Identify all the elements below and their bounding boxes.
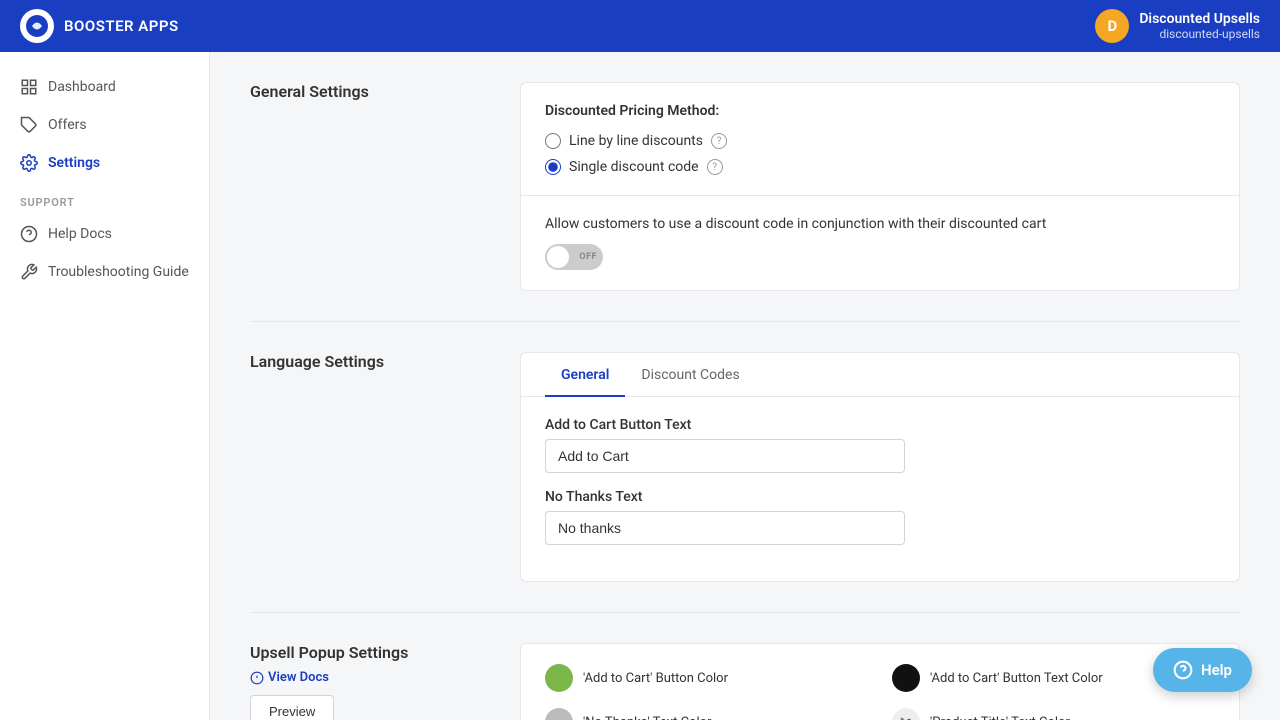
no-thanks-text-color-swatch[interactable] <box>545 708 573 720</box>
language-settings-section: Language Settings General Discount Codes… <box>250 322 1240 613</box>
view-docs-link[interactable]: View Docs <box>250 670 490 685</box>
general-settings-card: Discounted Pricing Method: Line by line … <box>520 82 1240 291</box>
sidebar-item-settings[interactable]: Settings <box>0 144 209 182</box>
sidebar: Dashboard Offers Settings SUPPORT Help D… <box>0 52 210 720</box>
brand-name: BOOSTER APPS <box>64 17 179 35</box>
radio-line-by-line[interactable]: Line by line discounts ? <box>545 133 1215 149</box>
tab-discount-codes[interactable]: Discount Codes <box>625 353 755 397</box>
pricing-method-radio-group: Line by line discounts ? Single discount… <box>545 133 1215 175</box>
pricing-method-block: Discounted Pricing Method: Line by line … <box>521 83 1239 195</box>
help-button[interactable]: Help <box>1153 648 1252 692</box>
sidebar-item-troubleshooting[interactable]: Troubleshooting Guide <box>0 253 209 291</box>
language-tabs: General Discount Codes <box>521 353 1239 397</box>
upsell-popup-section: Upsell Popup Settings View Docs Preview … <box>250 613 1240 720</box>
user-name: Discounted Upsells <box>1139 11 1260 27</box>
sidebar-label-troubleshooting: Troubleshooting Guide <box>48 264 189 280</box>
wrench-icon <box>20 263 38 281</box>
no-thanks-label: No Thanks Text <box>545 489 1215 505</box>
add-to-cart-form-group: Add to Cart Button Text <box>545 417 1215 473</box>
sidebar-label-dashboard: Dashboard <box>48 79 116 95</box>
product-title-text-color-label: 'Product Title' Text Color <box>930 715 1070 720</box>
discount-code-toggle[interactable]: OFF <box>545 244 603 270</box>
help-fab-icon <box>1173 660 1193 680</box>
toggle-knob <box>547 246 569 268</box>
sidebar-item-dashboard[interactable]: Dashboard <box>0 68 209 106</box>
toggle-label: OFF <box>579 252 597 262</box>
language-settings-card: General Discount Codes Add to Cart Butto… <box>520 352 1240 582</box>
top-nav: BOOSTER APPS D Discounted Upsells discou… <box>0 0 1280 52</box>
color-options-grid: 'Add to Cart' Button Color 'Add to Cart'… <box>521 644 1239 720</box>
single-discount-help-icon[interactable]: ? <box>707 159 723 175</box>
toggle-description: Allow customers to use a discount code i… <box>545 216 1215 232</box>
no-thanks-input[interactable] <box>545 511 905 545</box>
toggle-block: Allow customers to use a discount code i… <box>521 195 1239 290</box>
product-title-text-color-swatch[interactable]: ✂ <box>892 708 920 720</box>
add-to-cart-text-color-label: 'Add to Cart' Button Text Color <box>930 671 1103 686</box>
layout: Dashboard Offers Settings SUPPORT Help D… <box>0 52 1280 720</box>
sidebar-item-offers[interactable]: Offers <box>0 106 209 144</box>
view-docs-label: View Docs <box>268 670 329 685</box>
pricing-method-title: Discounted Pricing Method: <box>545 103 1215 119</box>
tag-icon <box>20 116 38 134</box>
avatar: D <box>1095 9 1129 43</box>
sidebar-label-help-docs: Help Docs <box>48 226 112 242</box>
radio-single-discount[interactable]: Single discount code ? <box>545 159 1215 175</box>
gear-icon <box>20 154 38 172</box>
add-to-cart-text-color-swatch[interactable] <box>892 664 920 692</box>
help-label: Help <box>1201 661 1232 679</box>
no-thanks-form-group: No Thanks Text <box>545 489 1215 545</box>
add-to-cart-btn-color-swatch[interactable] <box>545 664 573 692</box>
main-content: General Settings Discounted Pricing Meth… <box>210 52 1280 720</box>
no-thanks-text-color-item: 'No Thanks' Text Color <box>545 708 868 720</box>
language-fields-block: Add to Cart Button Text No Thanks Text <box>521 397 1239 581</box>
sidebar-label-offers: Offers <box>48 117 87 133</box>
sidebar-label-settings: Settings <box>48 155 100 171</box>
language-settings-label: Language Settings <box>250 352 490 582</box>
product-title-text-color-item: ✂ 'Product Title' Text Color <box>892 708 1215 720</box>
add-to-cart-btn-color-item: 'Add to Cart' Button Color <box>545 664 868 692</box>
user-info: Discounted Upsells discounted-upsells <box>1139 11 1260 41</box>
upsell-popup-card: 'Add to Cart' Button Color 'Add to Cart'… <box>520 643 1240 720</box>
upsell-popup-label: Upsell Popup Settings View Docs Preview <box>250 643 490 720</box>
no-thanks-text-color-label: 'No Thanks' Text Color <box>583 715 711 720</box>
line-by-line-help-icon[interactable]: ? <box>711 133 727 149</box>
radio-line-by-line-label: Line by line discounts <box>569 133 703 149</box>
preview-label: Preview <box>269 704 315 719</box>
radio-single-discount-input[interactable] <box>545 159 561 175</box>
info-circle-icon <box>250 671 264 685</box>
grid-icon <box>20 78 38 96</box>
support-section-label: SUPPORT <box>0 182 209 215</box>
add-to-cart-label: Add to Cart Button Text <box>545 417 1215 433</box>
help-circle-icon <box>20 225 38 243</box>
preview-button[interactable]: Preview <box>250 695 334 720</box>
add-to-cart-input[interactable] <box>545 439 905 473</box>
radio-line-by-line-input[interactable] <box>545 133 561 149</box>
sidebar-item-help-docs[interactable]: Help Docs <box>0 215 209 253</box>
tab-general[interactable]: General <box>545 353 625 397</box>
general-settings-label: General Settings <box>250 82 490 291</box>
nav-brand: BOOSTER APPS <box>20 9 179 43</box>
user-section: D Discounted Upsells discounted-upsells <box>1095 9 1260 43</box>
add-to-cart-btn-color-label: 'Add to Cart' Button Color <box>583 671 728 686</box>
user-handle: discounted-upsells <box>1139 27 1260 41</box>
logo <box>20 9 54 43</box>
general-settings-section: General Settings Discounted Pricing Meth… <box>250 82 1240 322</box>
radio-single-discount-label: Single discount code <box>569 159 699 175</box>
